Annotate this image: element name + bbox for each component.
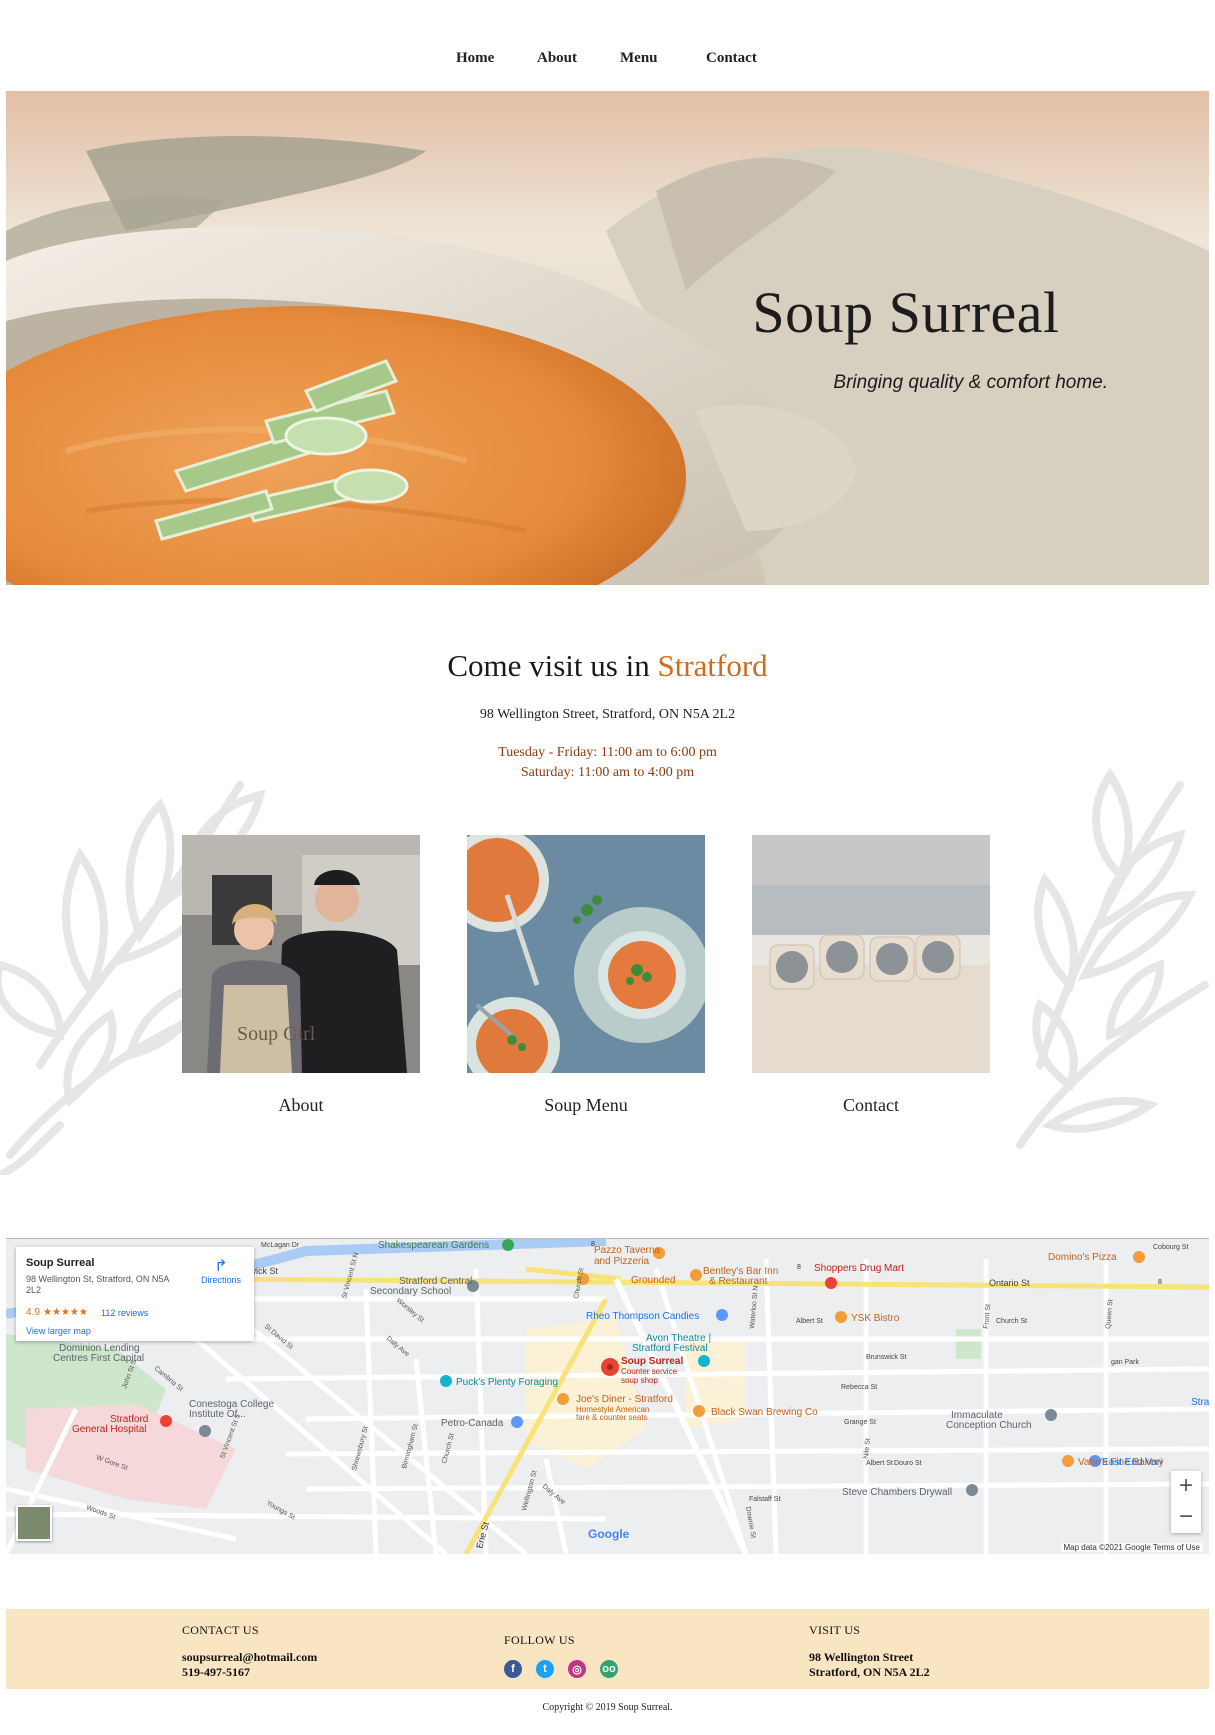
apron-text: Soup Girl: [237, 1023, 316, 1045]
svg-text:fare & counter seats: fare & counter seats: [576, 1413, 648, 1422]
card-contact: Contact: [752, 835, 990, 1116]
svg-text:Albert St: Albert St: [866, 1460, 893, 1467]
site-tagline: Bringing quality & comfort home.: [833, 372, 1108, 393]
svg-text:Soup Surreal: Soup Surreal: [621, 1356, 683, 1367]
card-soup-menu-caption[interactable]: Soup Menu: [467, 1095, 705, 1116]
svg-text:Rheo Thompson Candies: Rheo Thompson Candies: [586, 1311, 699, 1322]
svg-text:Petro-Canada: Petro-Canada: [441, 1418, 504, 1429]
svg-text:Black Swan Brewing Co: Black Swan Brewing Co: [711, 1407, 818, 1418]
svg-text:Secondary School: Secondary School: [370, 1286, 451, 1297]
svg-text:Shakespearean Gardens: Shakespearean Gardens: [378, 1240, 489, 1251]
embedded-map[interactable]: Shakespearean Gardens Pazzo Taverna and P…: [6, 1238, 1209, 1554]
map-reviews-link[interactable]: 112 reviews: [101, 1308, 148, 1318]
svg-text:8: 8: [1158, 1279, 1162, 1286]
zoom-controls: + −: [1171, 1471, 1201, 1533]
view-larger-map-link[interactable]: View larger map: [26, 1326, 91, 1336]
map-place-name: Soup Surreal: [26, 1257, 95, 1269]
svg-text:Church St: Church St: [996, 1318, 1027, 1325]
soup-menu-photo[interactable]: [467, 835, 705, 1073]
satellite-toggle[interactable]: [16, 1505, 52, 1541]
card-soup-menu: Soup Menu: [467, 835, 705, 1116]
map-info-card: Soup Surreal 98 Wellington St, Stratford…: [16, 1247, 254, 1341]
about-photo[interactable]: Soup Girl: [182, 835, 420, 1073]
footer-visit-heading: VISIT US: [809, 1623, 861, 1637]
footer-contact: CONTACT US soupsurreal@hotmail.com 519-4…: [182, 1623, 317, 1680]
main-nav: Home About Menu Contact: [0, 50, 1215, 74]
map-attribution[interactable]: Map data ©2021 Google Terms of Use: [1060, 1543, 1203, 1552]
directions-icon: ↱: [214, 1258, 228, 1275]
card-about-caption[interactable]: About: [182, 1095, 420, 1116]
twitter-icon[interactable]: t: [536, 1660, 554, 1678]
footer-follow-heading: FOLLOW US: [504, 1633, 575, 1647]
svg-text:Cobourg St: Cobourg St: [1153, 1244, 1188, 1251]
svg-text:Domino's Pizza: Domino's Pizza: [1048, 1252, 1117, 1263]
svg-text:Grange St: Grange St: [844, 1419, 876, 1426]
svg-text:Shoppers Drug Mart: Shoppers Drug Mart: [814, 1263, 904, 1274]
svg-text:soup shop: soup shop: [621, 1376, 658, 1385]
zoom-in-button[interactable]: +: [1171, 1471, 1201, 1502]
svg-text:McLagan Dr: McLagan Dr: [261, 1242, 300, 1249]
svg-text:Stra: Stra: [1191, 1397, 1209, 1408]
footer-phone[interactable]: 519-497-5167: [182, 1665, 317, 1680]
instagram-icon[interactable]: ◎: [568, 1660, 586, 1678]
directions-label: Directions: [200, 1275, 241, 1285]
visit-heading: Come visit us in Stratford: [0, 648, 1215, 684]
svg-text:Grounded: Grounded: [631, 1275, 675, 1286]
google-logo: Google: [588, 1527, 630, 1541]
svg-text:gan Park: gan Park: [1111, 1359, 1140, 1366]
svg-text:Rebecca St: Rebecca St: [841, 1384, 877, 1391]
footer-address-line1: 98 Wellington Street: [809, 1650, 914, 1664]
facebook-icon[interactable]: f: [504, 1660, 522, 1678]
svg-text:YSK Bistro: YSK Bistro: [851, 1313, 900, 1324]
store-address: 98 Wellington Street, Stratford, ON N5A …: [479, 707, 736, 722]
svg-text:Steve Chambers Drywall: Steve Chambers Drywall: [842, 1487, 952, 1498]
svg-text:Conception Church: Conception Church: [946, 1420, 1032, 1431]
map-place-address: 98 Wellington St, Stratford, ON N5A 2L2: [26, 1274, 169, 1295]
nav-about[interactable]: About: [537, 50, 577, 67]
footer-follow: FOLLOW US f t ◎ oo: [504, 1633, 618, 1678]
footer-contact-heading: CONTACT US: [182, 1623, 259, 1637]
svg-text:Pazzo Taverna: Pazzo Taverna: [594, 1245, 660, 1256]
footer: CONTACT US soupsurreal@hotmail.com 519-4…: [6, 1609, 1209, 1689]
svg-text:& Restaurant: & Restaurant: [709, 1276, 768, 1287]
social-links: f t ◎ oo: [504, 1660, 618, 1678]
nav-menu[interactable]: Menu: [620, 50, 658, 67]
copyright: Copyright © 2019 Soup Surreal.: [542, 1702, 673, 1713]
map-rating: 4.9: [26, 1307, 40, 1318]
svg-text:Puck's Plenty Foraging: Puck's Plenty Foraging: [456, 1377, 558, 1388]
svg-text:8: 8: [591, 1241, 595, 1248]
contact-photo[interactable]: [752, 835, 990, 1073]
svg-text:Douro St: Douro St: [894, 1460, 922, 1467]
svg-text:Joe's Diner - Stratford: Joe's Diner - Stratford: [576, 1394, 673, 1405]
nav-contact[interactable]: Contact: [706, 50, 757, 67]
svg-text:and Pizzeria: and Pizzeria: [594, 1256, 649, 1267]
svg-text:Counter service: Counter service: [621, 1367, 678, 1376]
visit-heading-prefix: Come visit us in: [447, 648, 650, 683]
nav-home[interactable]: Home: [456, 50, 494, 67]
footer-email[interactable]: soupsurreal@hotmail.com: [182, 1650, 317, 1665]
map-rating-stars: ★★★★★: [43, 1307, 88, 1318]
hours-weekday: Tuesday - Friday: 11:00 am to 6:00 pm: [498, 745, 717, 760]
svg-text:East End Vari: East End Vari: [1102, 1457, 1162, 1468]
svg-text:Brunswick St: Brunswick St: [866, 1354, 907, 1361]
svg-text:Falstaff St: Falstaff St: [749, 1496, 780, 1503]
visit-heading-city: Stratford: [657, 648, 768, 683]
footer-visit: VISIT US 98 Wellington Street Stratford,…: [809, 1623, 930, 1680]
card-about: Soup Girl About: [182, 835, 420, 1116]
svg-text:Albert St: Albert St: [796, 1318, 823, 1325]
tripadvisor-icon[interactable]: oo: [600, 1660, 618, 1678]
card-contact-caption[interactable]: Contact: [752, 1095, 990, 1116]
svg-text:Ontario St: Ontario St: [989, 1278, 1030, 1288]
svg-text:General Hospital: General Hospital: [72, 1424, 146, 1435]
site-title: Soup Surreal: [752, 280, 1060, 345]
directions-button[interactable]: ↱ Directions: [196, 1258, 246, 1286]
footer-address-line2: Stratford, ON N5A 2L2: [809, 1665, 930, 1679]
svg-text:Stratford Festival: Stratford Festival: [632, 1343, 708, 1354]
hero-banner: Soup Surreal Bringing quality & comfort …: [6, 91, 1209, 585]
svg-text:8: 8: [797, 1264, 801, 1271]
zoom-out-button[interactable]: −: [1171, 1502, 1201, 1533]
